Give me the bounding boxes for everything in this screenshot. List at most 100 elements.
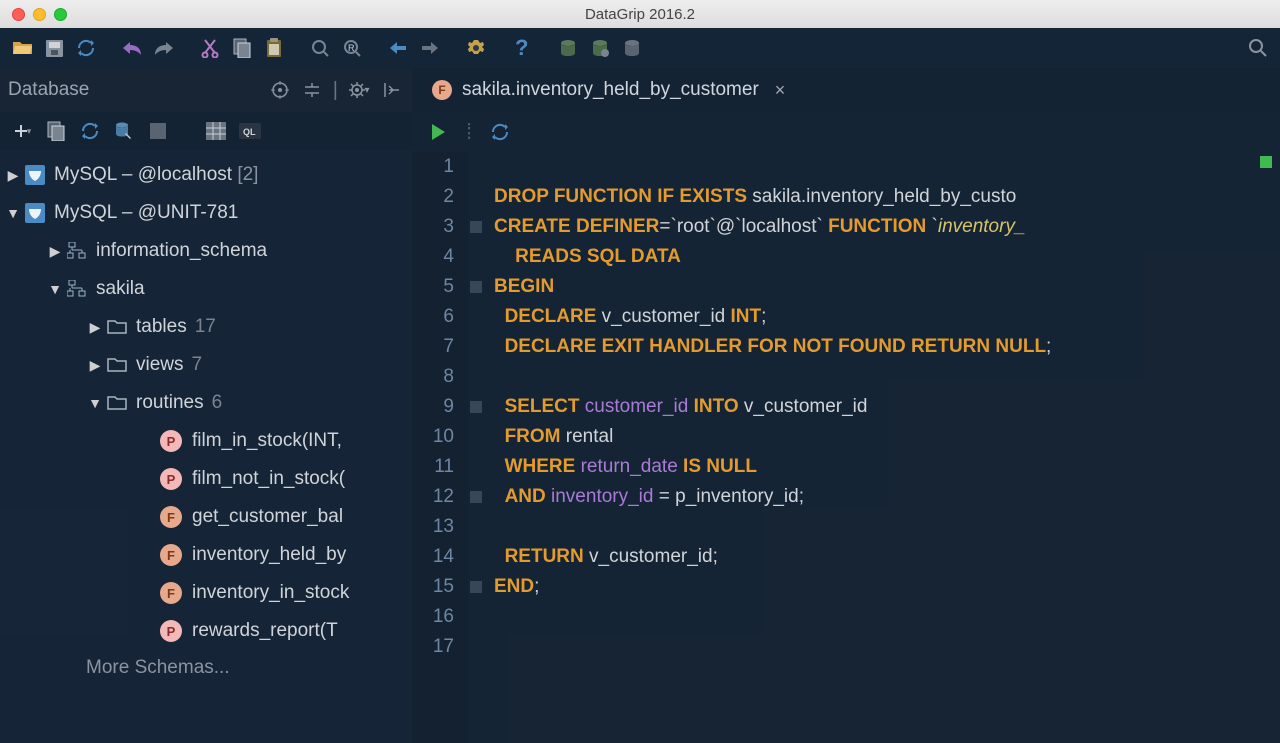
paste-icon[interactable] — [260, 34, 288, 62]
connection-item[interactable]: ▼ MySQL – @UNIT-781 — [0, 194, 412, 232]
schema-label: sakila — [96, 278, 145, 300]
code-status-indicator — [1260, 156, 1272, 168]
routine-label: inventory_in_stock — [192, 582, 349, 604]
folder-icon — [106, 392, 128, 414]
target-icon[interactable] — [267, 77, 293, 103]
editor-tab[interactable]: F sakila.inventory_held_by_customer × — [422, 72, 795, 108]
expand-arrow-icon[interactable]: ▶ — [86, 319, 104, 336]
search-everywhere-icon[interactable] — [1244, 34, 1272, 62]
db-tool-2-icon[interactable] — [586, 34, 614, 62]
db-wrench-icon[interactable] — [110, 117, 138, 145]
forward-icon[interactable] — [416, 34, 444, 62]
fold-marker-icon[interactable] — [470, 401, 482, 413]
fold-marker-icon[interactable] — [470, 581, 482, 593]
routine-label: film_in_stock(INT, — [192, 430, 342, 452]
stop-icon[interactable] — [144, 117, 172, 145]
duplicate-icon[interactable] — [42, 117, 70, 145]
open-icon[interactable] — [8, 34, 36, 62]
svg-text:R: R — [348, 43, 355, 53]
editor-area: F sakila.inventory_held_by_customer × ⁞ … — [412, 68, 1280, 743]
mysql-icon — [24, 202, 46, 224]
schema-item[interactable]: ▼ sakila — [0, 270, 412, 308]
table-icon[interactable] — [202, 117, 230, 145]
undo-icon[interactable] — [118, 34, 146, 62]
folder-count: 6 — [212, 392, 223, 414]
function-badge-icon: F — [160, 544, 182, 566]
fold-marker-icon[interactable] — [470, 281, 482, 293]
expand-arrow-icon[interactable]: ▶ — [86, 357, 104, 374]
folder-label: tables — [136, 316, 187, 338]
database-tree[interactable]: ▶ MySQL – @localhost [2] ▼ MySQL – @UNIT… — [0, 150, 412, 743]
routine-item[interactable]: Prewards_report(T — [0, 612, 412, 650]
split-icon[interactable] — [299, 77, 325, 103]
help-icon[interactable]: ? — [508, 34, 536, 62]
function-badge-icon: F — [160, 506, 182, 528]
routine-label: inventory_held_by — [192, 544, 346, 566]
hide-icon[interactable] — [378, 77, 404, 103]
tab-bar: F sakila.inventory_held_by_customer × — [412, 68, 1280, 112]
database-sidebar: Database | ▾ ▾ QL ▶ MySQL – @localh — [0, 68, 412, 743]
sidebar-toolbar: ▾ QL — [0, 112, 412, 150]
expand-arrow-icon[interactable]: ▶ — [4, 167, 22, 184]
sync-icon[interactable] — [72, 34, 100, 62]
cut-icon[interactable] — [196, 34, 224, 62]
folder-icon — [106, 316, 128, 338]
editor-toolbar: ⁞ — [412, 112, 1280, 152]
routine-label: film_not_in_stock( — [192, 468, 345, 490]
collapse-arrow-icon[interactable]: ▼ — [4, 205, 22, 221]
gear-icon[interactable]: ▾ — [346, 77, 372, 103]
folder-count: 17 — [195, 316, 216, 338]
collapse-arrow-icon[interactable]: ▼ — [86, 395, 104, 411]
db-tool-1-icon[interactable] — [554, 34, 582, 62]
fold-gutter[interactable] — [468, 152, 486, 743]
tab-label: sakila.inventory_held_by_customer — [462, 79, 759, 101]
routine-item[interactable]: Finventory_held_by — [0, 536, 412, 574]
refresh-icon[interactable] — [76, 117, 104, 145]
expand-arrow-icon[interactable]: ▶ — [46, 243, 64, 260]
folder-icon — [106, 354, 128, 376]
window-close-button[interactable] — [12, 8, 25, 21]
redo-icon[interactable] — [150, 34, 178, 62]
routine-item[interactable]: Pfilm_in_stock(INT, — [0, 422, 412, 460]
find-icon[interactable] — [306, 34, 334, 62]
mysql-icon — [24, 164, 46, 186]
titlebar: DataGrip 2016.2 — [0, 0, 1280, 28]
window-maximize-button[interactable] — [54, 8, 67, 21]
procedure-badge-icon: P — [160, 468, 182, 490]
code-content[interactable]: DROP FUNCTION IF EXISTS sakila.inventory… — [486, 152, 1280, 743]
sidebar-title: Database — [8, 79, 267, 101]
fold-marker-icon[interactable] — [470, 491, 482, 503]
folder-count: 7 — [192, 354, 203, 376]
replace-icon[interactable]: R — [338, 34, 366, 62]
folder-tables[interactable]: ▶ tables 17 — [0, 308, 412, 346]
folder-label: routines — [136, 392, 204, 414]
routine-item[interactable]: Finventory_in_stock — [0, 574, 412, 612]
sync-editor-icon[interactable] — [486, 118, 514, 146]
back-icon[interactable] — [384, 34, 412, 62]
db-tool-3-icon[interactable] — [618, 34, 646, 62]
copy-icon[interactable] — [228, 34, 256, 62]
folder-views[interactable]: ▶ views 7 — [0, 346, 412, 384]
code-editor[interactable]: 1234567891011121314151617 DROP FUNCTION … — [412, 152, 1280, 743]
folder-label: views — [136, 354, 184, 376]
more-schemas-link[interactable]: More Schemas... — [0, 650, 412, 686]
schema-label: information_schema — [96, 240, 267, 262]
run-icon[interactable] — [424, 118, 452, 146]
console-icon[interactable]: QL — [236, 117, 264, 145]
settings-icon[interactable] — [462, 34, 490, 62]
routine-item[interactable]: Fget_customer_bal — [0, 498, 412, 536]
folder-routines[interactable]: ▼ routines 6 — [0, 384, 412, 422]
svg-text:QL: QL — [243, 127, 256, 137]
save-icon[interactable] — [40, 34, 68, 62]
sidebar-header: Database | ▾ — [0, 68, 412, 112]
schema-item[interactable]: ▶ information_schema — [0, 232, 412, 270]
routine-item[interactable]: Pfilm_not_in_stock( — [0, 460, 412, 498]
tab-close-icon[interactable]: × — [775, 80, 786, 101]
connection-item[interactable]: ▶ MySQL – @localhost [2] — [0, 156, 412, 194]
svg-text:?: ? — [515, 37, 528, 59]
fold-marker-icon[interactable] — [470, 221, 482, 233]
window-minimize-button[interactable] — [33, 8, 46, 21]
collapse-arrow-icon[interactable]: ▼ — [46, 281, 64, 297]
schema-icon — [66, 278, 88, 300]
add-icon[interactable]: ▾ — [8, 117, 36, 145]
